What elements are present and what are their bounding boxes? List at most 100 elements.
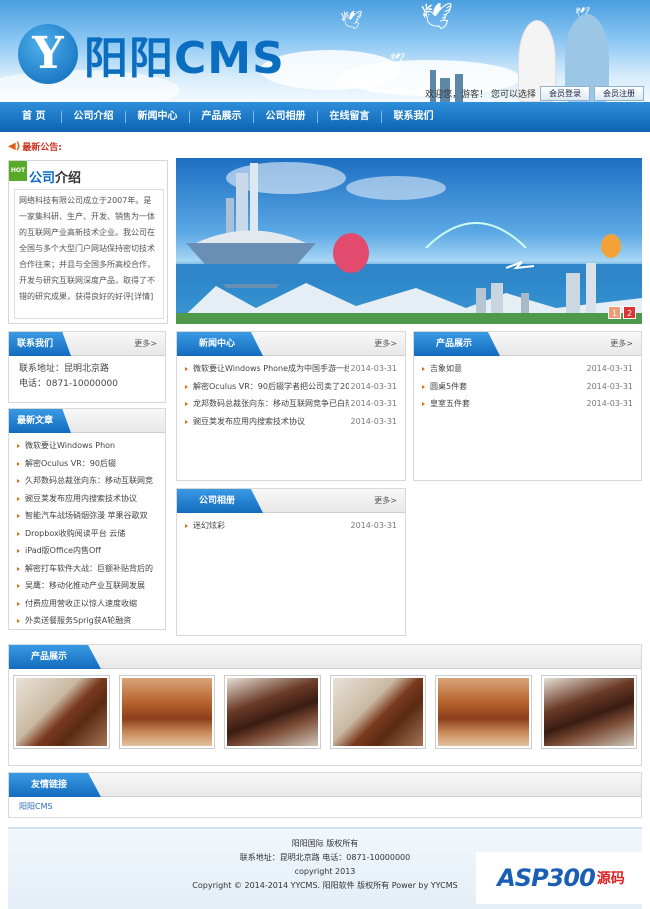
panel-header: 新闻中心 更多>: [177, 332, 405, 356]
panel-title: 产品展示: [9, 645, 102, 669]
list-item[interactable]: 吉象如意 2014-03-31: [422, 360, 633, 378]
nav-contact[interactable]: 联系我们: [381, 102, 445, 132]
more-link[interactable]: 更多>: [374, 489, 397, 513]
banner-illustration: [176, 162, 642, 324]
list-item[interactable]: Dropbox收购阅读平台 云储: [17, 525, 157, 543]
product-list: 吉象如意 2014-03-31 圆桌5件套 2014-03-31 皇室五件套 2014…: [414, 356, 641, 417]
album-panel: 公司相册 更多> 迷幻炫彩 2014-03-31: [176, 488, 406, 636]
list-item-text[interactable]: 解密Oculus VR：90后辍: [25, 459, 116, 468]
list-item-text[interactable]: 久邦数码总裁张向东：移动互联网竞: [25, 476, 153, 485]
nav-products[interactable]: 产品展示: [189, 102, 253, 132]
list-item-text[interactable]: 智能汽车战场硝烟弥漫 苹果谷歌双: [25, 511, 148, 520]
banner-page-1[interactable]: 1: [608, 306, 621, 319]
list-item-text[interactable]: iPad版Office内售Off: [25, 546, 101, 555]
list-item[interactable]: 解密打车软件大战：巨额补贴背后的: [17, 560, 157, 578]
list-item[interactable]: 解密Oculus VR：90后辍: [17, 455, 157, 473]
list-item-text[interactable]: 解密打车软件大战：巨额补贴背后的: [25, 564, 153, 573]
nav-about[interactable]: 公司介绍: [61, 102, 125, 132]
banner-pager: 1 2: [608, 306, 636, 319]
dove-icon: 🕊: [420, 2, 454, 32]
list-item-text[interactable]: 圆桌5件套: [430, 382, 467, 391]
list-item-text[interactable]: 微软要让Windows Phon: [25, 441, 115, 450]
site-logo[interactable]: Y 阳阳CMS: [18, 22, 285, 86]
list-item[interactable]: 智能汽车战场硝烟弥漫 苹果谷歌双: [17, 507, 157, 525]
list-item[interactable]: 外卖送餐服务Sprig获A轮融资: [17, 612, 157, 630]
nav-album[interactable]: 公司相册: [253, 102, 317, 132]
product-showcase-panel: 产品展示: [8, 644, 642, 766]
panel-title: 公司相册: [177, 489, 264, 513]
list-item[interactable]: 微软要让Windows Phon: [17, 437, 157, 455]
nav-home[interactable]: 首 页: [0, 102, 61, 132]
list-item-date: 2014-03-31: [348, 517, 397, 535]
watermark-suffix: 源码: [596, 871, 625, 887]
contact-panel: 联系我们 更多> 联系地址：昆明北京路 电话：0871-10000000: [8, 331, 166, 403]
list-item[interactable]: 龙邦数码总裁张向东：移动互联网竞争已白热化 2014-03-31: [185, 395, 397, 413]
list-item-date: 2014-03-31: [584, 395, 633, 413]
list-item[interactable]: iPad版Office内售Off: [17, 542, 157, 560]
product-thumbnail[interactable]: [118, 675, 215, 749]
list-item-text[interactable]: 迷幻炫彩: [193, 521, 225, 530]
latest-articles-panel: 最新文章 微软要让Windows Phon 解密Oculus VR：90后辍 久…: [8, 408, 166, 630]
list-item-text[interactable]: 吴鹰：移动化推动产业互联网发展: [25, 581, 145, 590]
login-button[interactable]: 会员登录: [540, 86, 590, 101]
list-item-text[interactable]: 解密Oculus VR：90后辍学者把公司卖了20亿美: [193, 382, 366, 391]
product-thumbnail[interactable]: [329, 675, 426, 749]
product-thumbnail[interactable]: [224, 675, 321, 749]
logo-mark: Y: [18, 24, 78, 84]
list-item[interactable]: 迷幻炫彩 2014-03-31: [185, 517, 397, 535]
product-thumbnail[interactable]: [435, 675, 532, 749]
panel-header: 联系我们 更多>: [9, 332, 165, 356]
album-list: 迷幻炫彩 2014-03-31: [177, 513, 405, 539]
list-item[interactable]: 吴鹰：移动化推动产业互联网发展: [17, 577, 157, 595]
nav-guestbook[interactable]: 在线留言: [317, 102, 381, 132]
notice-bar: ◀) 最新公告:: [8, 140, 62, 153]
product-image: [121, 678, 212, 746]
speaker-icon: ◀): [8, 141, 21, 152]
list-item-text[interactable]: 微软要让Windows Phone成为中国手游一线战场: [193, 364, 368, 373]
company-intro-panel: HOT 公司介绍 网络科技有限公司成立于2007年。是一家集科研、生产、开发、销…: [8, 160, 168, 324]
list-item-text[interactable]: 吉象如意: [430, 364, 462, 373]
dove-icon: 🕊: [390, 52, 406, 66]
list-item[interactable]: 微软要让Windows Phone成为中国手游一线战场 2014-03-31: [185, 360, 397, 378]
list-item-date: 2014-03-31: [348, 395, 397, 413]
news-list: 微软要让Windows Phone成为中国手游一线战场 2014-03-31 解密…: [177, 356, 405, 434]
contact-phone: 电话：0871-10000000: [19, 379, 118, 389]
dove-icon: 🕊: [340, 10, 363, 31]
list-item[interactable]: 豌豆荚发布应用内搜索技术协议: [17, 490, 157, 508]
banner-page-2[interactable]: 2: [623, 306, 636, 319]
list-item[interactable]: 付费应用营收正以惊人速度收缩: [17, 595, 157, 613]
friend-link[interactable]: 阳阳CMS: [19, 802, 53, 811]
main-nav: 首 页 公司介绍 新闻中心 产品展示 公司相册 在线留言 联系我们: [0, 102, 650, 132]
site-header: 🕊 🕊 🕊 🕊 Y 阳阳CMS 欢迎您，游客！ 您可以选择 会员登录 会员注册: [0, 0, 650, 102]
panel-title: 联系我们: [9, 332, 72, 356]
list-item[interactable]: 久邦数码总裁张向东：移动互联网竞: [17, 472, 157, 490]
list-item-text[interactable]: Dropbox收购阅读平台 云储: [25, 529, 125, 538]
nav-news[interactable]: 新闻中心: [125, 102, 189, 132]
list-item-text[interactable]: 豌豆荚发布应用内搜索技术协议: [25, 494, 137, 503]
more-link[interactable]: 更多>: [134, 332, 157, 356]
list-item[interactable]: 皇室五件套 2014-03-31: [422, 395, 633, 413]
register-button[interactable]: 会员注册: [594, 86, 644, 101]
list-item[interactable]: 解密Oculus VR：90后辍学者把公司卖了20亿美 2014-03-31: [185, 377, 397, 395]
list-item-text[interactable]: 豌豆荚发布应用内搜索技术协议: [193, 417, 305, 426]
list-item-text[interactable]: 龙邦数码总裁张向东：移动互联网竞争已白热化: [193, 399, 361, 408]
list-item[interactable]: 豌豆荚发布应用内搜索技术协议 2014-03-31: [185, 412, 397, 430]
panel-title: 最新文章: [9, 409, 72, 433]
list-item-date: 2014-03-31: [348, 377, 397, 395]
more-link[interactable]: 更多>: [374, 332, 397, 356]
list-item[interactable]: 圆桌5件套 2014-03-31: [422, 377, 633, 395]
article-list: 微软要让Windows Phon 解密Oculus VR：90后辍 久邦数码总裁…: [9, 433, 165, 634]
product-gallery: [9, 669, 641, 755]
contact-address: 联系地址：昆明北京路: [19, 364, 110, 374]
panel-title: 产品展示: [414, 332, 501, 356]
more-link[interactable]: 更多>: [610, 332, 633, 356]
friend-links-panel: 友情链接 阳阳CMS: [8, 772, 642, 818]
product-thumbnail[interactable]: [13, 675, 110, 749]
hero-banner[interactable]: 1 2: [176, 158, 642, 324]
panel-header: 产品展示: [9, 645, 641, 669]
product-image: [332, 678, 423, 746]
list-item-text[interactable]: 外卖送餐服务Sprig获A轮融资: [25, 616, 131, 625]
list-item-text[interactable]: 皇室五件套: [430, 399, 470, 408]
list-item-text[interactable]: 付费应用营收正以惊人速度收缩: [25, 599, 137, 608]
product-thumbnail[interactable]: [540, 675, 637, 749]
